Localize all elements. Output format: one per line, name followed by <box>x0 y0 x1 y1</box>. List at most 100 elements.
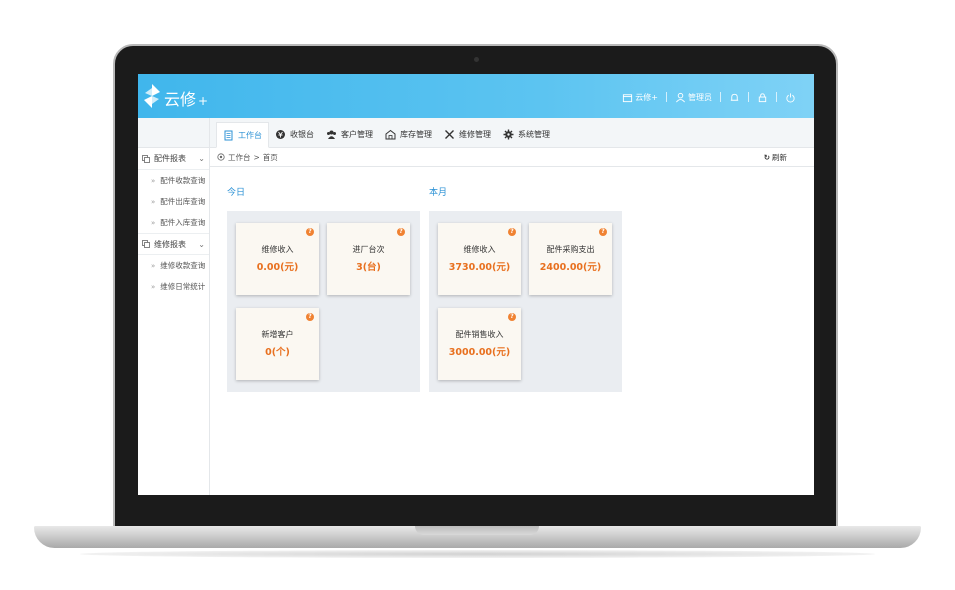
user-menu-button[interactable]: 管理员 <box>675 92 712 103</box>
sidebar-item-label: 维修收款查询 <box>160 261 206 270</box>
laptop-shadow <box>80 550 875 558</box>
store-icon <box>623 93 633 102</box>
sidebar-item-repair-daily-stats[interactable]: » 维修日常统计 <box>138 276 209 297</box>
app-screen: 云修 + 云修+ 管理员 配件报表 ⌄ » 配件收款查询 » 配件出库查询 » … <box>138 74 814 495</box>
tab-inventory[interactable]: 库存管理 <box>379 121 438 147</box>
camera <box>474 57 479 62</box>
month-panel: ? 维修收入 3730.00(元) ? 配件采购支出 2400.00(元) ? … <box>429 211 622 392</box>
laptop-notch <box>415 526 539 535</box>
report-icon <box>142 240 150 248</box>
tab-system[interactable]: 系统管理 <box>497 121 556 147</box>
stat-value: 3730.00(元) <box>448 262 511 273</box>
tab-label: 工作台 <box>238 130 262 140</box>
users-icon <box>327 130 336 139</box>
divider <box>748 92 749 102</box>
stat-label: 进厂台次 <box>352 245 385 254</box>
stat-label: 维修收入 <box>261 245 294 254</box>
lock-button[interactable] <box>757 92 768 103</box>
stat-value: 3000.00(元) <box>448 347 511 358</box>
chevron-right-icon: » <box>151 197 156 206</box>
notifications-button[interactable] <box>729 92 740 103</box>
cashier-icon <box>276 129 285 139</box>
stat-label: 配件采购支出 <box>546 245 595 254</box>
chevron-right-icon: » <box>151 218 156 227</box>
stat-label: 维修收入 <box>463 245 496 254</box>
stat-value: 3(台) <box>356 262 381 273</box>
tools-icon <box>445 129 454 139</box>
stat-card: ? 进厂台次 3(台) <box>327 223 410 295</box>
breadcrumb-current: 首页 <box>262 152 278 162</box>
help-icon[interactable]: ? <box>397 228 405 236</box>
brand-text: 云修 <box>164 90 197 109</box>
tab-label: 维修管理 <box>459 129 491 139</box>
refresh-icon: ↻ <box>763 153 770 162</box>
top-bar: 云修 + 云修+ 管理员 <box>138 74 814 118</box>
sidebar-header <box>138 118 209 148</box>
document-icon <box>224 130 233 140</box>
tab-workbench[interactable]: 工作台 <box>216 122 269 148</box>
sidebar-item-parts-payment-query[interactable]: » 配件收款查询 <box>138 170 209 191</box>
sidebar-group-parts-report[interactable]: 配件报表 ⌄ <box>138 148 209 170</box>
tab-label: 库存管理 <box>400 129 432 139</box>
tab-repairs[interactable]: 维修管理 <box>438 121 497 147</box>
report-icon <box>142 154 150 163</box>
power-icon <box>786 92 795 102</box>
app-menu-button[interactable]: 云修+ <box>622 92 658 103</box>
stat-value: 0(个) <box>265 347 290 358</box>
help-icon[interactable]: ? <box>306 313 314 321</box>
stat-card: ? 维修收入 3730.00(元) <box>438 223 521 295</box>
today-panel: ? 维修收入 0.00(元) ? 进厂台次 3(台) ? 新增客户 0(个) <box>227 211 420 392</box>
warehouse-icon <box>385 129 396 139</box>
chevron-right-icon: » <box>151 261 156 270</box>
logout-button[interactable] <box>785 92 796 103</box>
sidebar-item-label: 配件收款查询 <box>160 176 206 185</box>
sidebar-group-label: 维修报表 <box>154 239 186 249</box>
top-right-menu: 云修+ 管理员 <box>622 90 796 104</box>
tab-label: 客户管理 <box>341 129 373 139</box>
lock-icon <box>758 92 767 102</box>
divider <box>720 92 721 102</box>
sidebar: 配件报表 ⌄ » 配件收款查询 » 配件出库查询 » 配件入库查询 维修报表 ⌄ » 维… <box>138 118 210 495</box>
chevron-down-icon: ⌄ <box>198 239 205 249</box>
logo-icon <box>144 84 160 108</box>
app-menu-label: 云修+ <box>635 92 658 102</box>
stat-card: ? 维修收入 0.00(元) <box>236 223 319 295</box>
stat-card: ? 配件采购支出 2400.00(元) <box>529 223 612 295</box>
stat-card: ? 配件销售收入 3000.00(元) <box>438 308 521 380</box>
stat-label: 新增客户 <box>261 330 294 339</box>
month-title: 本月 <box>429 188 448 198</box>
today-title: 今日 <box>227 188 246 198</box>
bell-icon <box>730 93 739 101</box>
sidebar-group-label: 配件报表 <box>154 154 186 163</box>
user-icon <box>676 92 685 102</box>
breadcrumb-separator: > <box>253 152 260 162</box>
help-icon[interactable]: ? <box>306 228 314 236</box>
gear-icon <box>503 129 514 139</box>
help-icon[interactable]: ? <box>508 313 516 321</box>
stat-card: ? 新增客户 0(个) <box>236 308 319 380</box>
sidebar-item-parts-inbound-query[interactable]: » 配件入库查询 <box>138 212 209 233</box>
sidebar-item-repair-payment-query[interactable]: » 维修收款查询 <box>138 255 209 276</box>
divider <box>666 92 667 102</box>
sidebar-item-label: 配件入库查询 <box>160 218 206 227</box>
refresh-button[interactable]: ↻ 刷新 <box>764 152 787 163</box>
tab-label: 收银台 <box>290 129 314 139</box>
help-icon[interactable]: ? <box>599 228 607 236</box>
main-tabs: 工作台 收银台 客户管理 库存管理 维修管理 系统管理 <box>210 118 814 148</box>
chevron-right-icon: » <box>151 176 156 185</box>
stat-value: 2400.00(元) <box>539 262 602 273</box>
stat-value: 0.00(元) <box>256 262 299 273</box>
tab-customers[interactable]: 客户管理 <box>320 121 379 147</box>
sidebar-item-parts-outbound-query[interactable]: » 配件出库查询 <box>138 191 209 212</box>
brand-plus: + <box>198 94 209 108</box>
target-icon <box>217 153 225 161</box>
help-icon[interactable]: ? <box>508 228 516 236</box>
user-name: 管理员 <box>688 92 712 102</box>
divider <box>776 92 777 102</box>
breadcrumb-root[interactable]: 工作台 <box>228 152 251 163</box>
sidebar-group-repair-report[interactable]: 维修报表 ⌄ <box>138 233 209 255</box>
sidebar-item-label: 维修日常统计 <box>160 282 206 291</box>
tab-cashier[interactable]: 收银台 <box>269 121 320 147</box>
brand-name: 云修 + <box>164 86 208 110</box>
chevron-down-icon: ⌄ <box>198 154 205 163</box>
